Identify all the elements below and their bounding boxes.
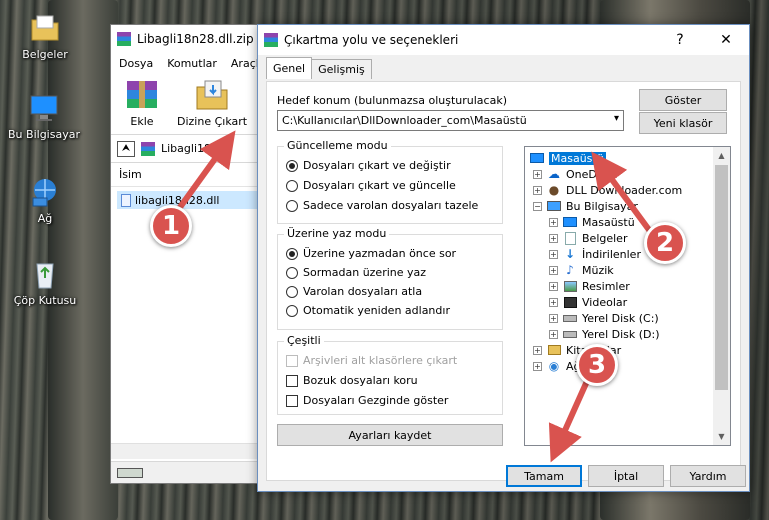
arrow-2 bbox=[591, 151, 658, 240]
tab-genel[interactable]: Genel bbox=[266, 57, 313, 79]
step-marker-1: 1 bbox=[150, 205, 192, 247]
arrow-1 bbox=[175, 130, 236, 212]
step-marker-3: 3 bbox=[576, 344, 618, 386]
step-marker-2: 2 bbox=[644, 222, 686, 264]
